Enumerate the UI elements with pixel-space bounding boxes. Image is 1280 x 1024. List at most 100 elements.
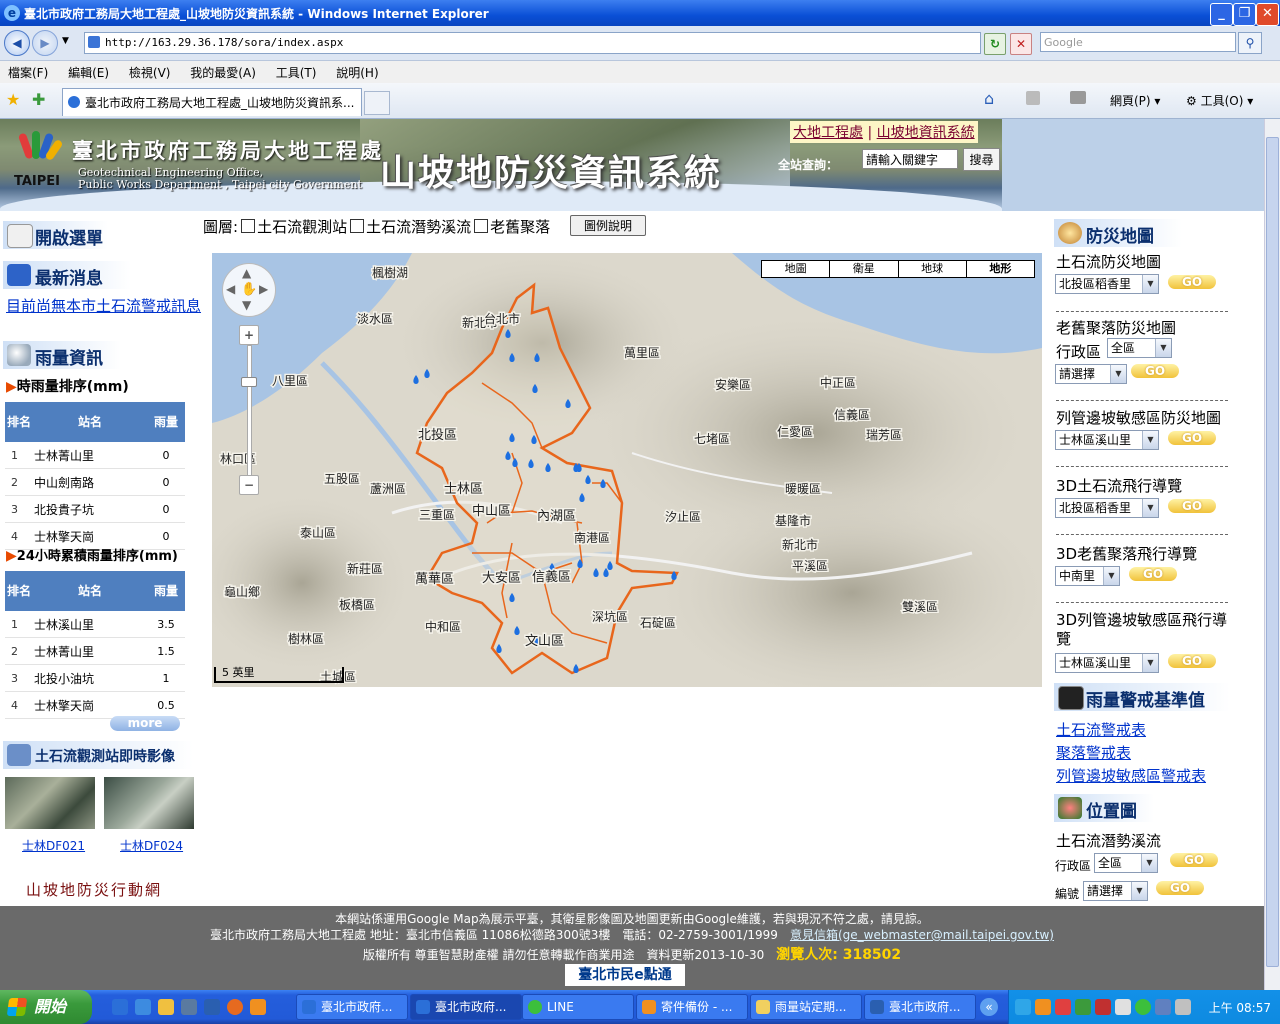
pan-down-icon[interactable]: ▼ xyxy=(242,298,251,312)
add-favorite-icon[interactable]: ✚ xyxy=(32,90,45,109)
outlook-quicklaunch-icon[interactable] xyxy=(250,999,266,1015)
pan-control[interactable]: ▲ ▼ ◀ ▶ ✋ xyxy=(222,263,276,317)
location-district-select[interactable]: 全區 ▼ xyxy=(1094,853,1158,873)
pan-up-icon[interactable]: ▲ xyxy=(242,266,251,280)
terrain-map[interactable]: 楓樹湖 淡水區 新北市 台北市 萬里區 八里區 安樂區 中正區 北投區 七堵區 仁愛區 信義區 瑞芳區林… xyxy=(212,253,1042,687)
new-tab-button[interactable] xyxy=(364,91,390,115)
maximize-button[interactable]: ❐ xyxy=(1233,3,1256,26)
back-button[interactable]: ◀ xyxy=(4,30,30,56)
tray-network-icon[interactable] xyxy=(1115,999,1131,1015)
slogan[interactable]: 山坡地防災行動網 xyxy=(26,879,162,900)
link-geo-office[interactable]: 大地工程處 xyxy=(793,125,863,141)
pan-right-icon[interactable]: ▶ xyxy=(259,282,268,296)
menu-file[interactable]: 檔案(F) xyxy=(0,61,56,84)
task-button[interactable]: 寄件備份 - ... xyxy=(636,994,748,1020)
search-icon[interactable]: ⚲ xyxy=(1238,32,1262,54)
pan-left-icon[interactable]: ◀ xyxy=(226,282,235,296)
tray-bluetooth-icon[interactable] xyxy=(1015,999,1031,1015)
legend-button[interactable]: 圖例說明 xyxy=(570,215,646,236)
favorites-star-icon[interactable]: ★ xyxy=(6,90,20,109)
tab-current[interactable]: 臺北市政府工務局大地工程處_山坡地防災資訊系... xyxy=(62,88,362,116)
menu-edit[interactable]: 編輯(E) xyxy=(60,61,117,84)
fly3d-old-go-button[interactable]: GO xyxy=(1129,567,1177,581)
layer-checkbox-1[interactable] xyxy=(241,219,256,233)
ie-quicklaunch-icon[interactable] xyxy=(112,999,128,1015)
news-link[interactable]: 目前尚無本市土石流警戒訊息 xyxy=(6,297,202,315)
taskbar-expand-icon[interactable]: « xyxy=(980,998,998,1016)
cam-image-1[interactable] xyxy=(5,777,95,829)
feeds-icon[interactable] xyxy=(1026,91,1040,105)
slope-map-select[interactable]: 士林區溪山里 ▼ xyxy=(1055,430,1159,450)
task-button[interactable]: LINE xyxy=(522,994,634,1020)
menu-view[interactable]: 檢視(V) xyxy=(121,61,179,84)
tray-pdf-icon[interactable] xyxy=(1095,999,1111,1015)
desktop-quicklaunch-icon[interactable] xyxy=(181,999,197,1015)
address-input[interactable]: http://163.29.36.178/sora/index.aspx xyxy=(84,32,981,54)
city-logo[interactable]: 臺北市民e點通 xyxy=(565,964,685,986)
old-settlement-go-button[interactable]: GO xyxy=(1131,364,1179,378)
debris-map-go-button[interactable]: GO xyxy=(1168,275,1216,289)
debris-map-select[interactable]: 北投區稻香里 ▼ xyxy=(1055,274,1159,294)
page-menu[interactable]: 網頁(P) ▾ xyxy=(1110,92,1160,109)
menu-tools[interactable]: 工具(T) xyxy=(268,61,325,84)
tools-menu[interactable]: ⚙ 工具(O) ▾ xyxy=(1186,92,1253,109)
maptype-satellite[interactable]: 衛星 xyxy=(830,261,899,277)
footer-mail-label[interactable]: 意見信箱 xyxy=(790,928,838,942)
minimize-button[interactable]: _ xyxy=(1210,3,1233,26)
window-titlebar[interactable]: e 臺北市政府工務局大地工程處_山坡地防災資訊系統 - Windows Inte… xyxy=(0,0,1280,26)
tray-monitor-icon[interactable] xyxy=(1155,999,1171,1015)
browser-search-input[interactable]: Google xyxy=(1040,32,1236,52)
scrollbar-thumb[interactable] xyxy=(1266,137,1279,967)
site-search-button[interactable]: 搜尋 xyxy=(963,148,1000,171)
cam-image-2[interactable] xyxy=(104,777,194,829)
slope-map-go-button[interactable]: GO xyxy=(1168,431,1216,445)
more-button[interactable]: more xyxy=(110,716,180,731)
history-dropdown-icon[interactable]: ▼ xyxy=(62,36,69,46)
zoom-out-button[interactable]: − xyxy=(239,475,259,495)
district-select[interactable]: 全區 ▼ xyxy=(1107,338,1172,358)
fly3d-debris-select[interactable]: 北投區稻香里 ▼ xyxy=(1055,498,1159,518)
maptype-map[interactable]: 地圖 xyxy=(762,261,831,277)
vertical-scrollbar[interactable] xyxy=(1264,119,1280,990)
location-id-select[interactable]: 請選擇 ▼ xyxy=(1083,881,1148,901)
settlement-select[interactable]: 請選擇 ▼ xyxy=(1055,364,1127,384)
start-button[interactable]: 開始 xyxy=(0,990,92,1024)
tray-line-icon[interactable] xyxy=(1135,999,1151,1015)
folder-quicklaunch-icon[interactable] xyxy=(158,999,174,1015)
site-search-input[interactable]: 請輸入關鍵字 xyxy=(862,149,958,169)
open-menu-header[interactable]: 開啟選單 xyxy=(3,221,108,249)
cam-link-1[interactable]: 士林DF021 xyxy=(22,837,85,854)
tray-antivirus-icon[interactable] xyxy=(1055,999,1071,1015)
menu-favorites[interactable]: 我的最愛(A) xyxy=(182,61,264,84)
zoom-slider-handle[interactable] xyxy=(241,377,257,387)
tray-app-icon[interactable] xyxy=(1075,999,1091,1015)
print-icon[interactable] xyxy=(1070,91,1086,104)
menu-help[interactable]: 說明(H) xyxy=(328,61,386,84)
firefox-quicklaunch-icon[interactable] xyxy=(227,999,243,1015)
fly3d-debris-go-button[interactable]: GO xyxy=(1168,499,1216,513)
stop-button[interactable]: ✕ xyxy=(1010,33,1032,55)
layer-checkbox-3[interactable] xyxy=(474,219,489,233)
location-district-go-button[interactable]: GO xyxy=(1170,853,1218,867)
task-button-active[interactable]: 臺北市政府... xyxy=(410,994,522,1020)
forward-button[interactable]: ▶ xyxy=(32,30,58,56)
home-icon[interactable]: ⌂ xyxy=(984,89,994,108)
location-id-go-button[interactable]: GO xyxy=(1156,881,1204,895)
fly3d-old-select[interactable]: 中南里 ▼ xyxy=(1055,566,1120,586)
tray-outlook-icon[interactable] xyxy=(1035,999,1051,1015)
maptype-earth[interactable]: 地球 xyxy=(899,261,967,277)
tray-volume-icon[interactable] xyxy=(1175,999,1191,1015)
link-slope-alert[interactable]: 列管邊坡敏感區警戒表 xyxy=(1056,765,1206,786)
zoom-track[interactable] xyxy=(247,345,252,479)
link-settlement-alert[interactable]: 聚落警戒表 xyxy=(1056,742,1131,763)
task-button[interactable]: 臺北市政府... xyxy=(864,994,976,1020)
refresh-button[interactable]: ↻ xyxy=(984,33,1006,55)
cam-link-2[interactable]: 士林DF024 xyxy=(120,837,183,854)
fly3d-slope-go-button[interactable]: GO xyxy=(1168,654,1216,668)
media-quicklaunch-icon[interactable] xyxy=(135,999,151,1015)
footer-mail-link[interactable]: (ge_webmaster@mail.taipei.gov.tw) xyxy=(838,928,1054,942)
task-button[interactable]: 臺北市政府... xyxy=(296,994,408,1020)
zoom-in-button[interactable]: + xyxy=(239,325,259,345)
close-button[interactable]: ✕ xyxy=(1256,3,1279,26)
link-debris-alert[interactable]: 土石流警戒表 xyxy=(1056,719,1146,740)
